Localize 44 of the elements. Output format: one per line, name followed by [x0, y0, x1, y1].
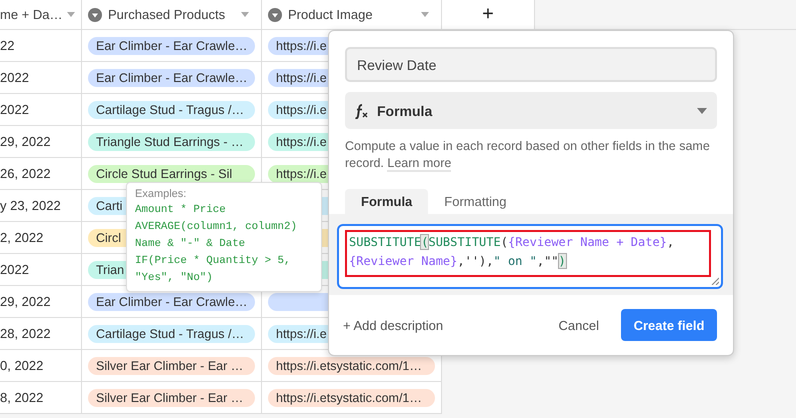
table-cell: 29, 2022	[0, 286, 82, 318]
cancel-button[interactable]: Cancel	[544, 310, 613, 340]
caret-icon[interactable]	[241, 12, 249, 17]
create-field-button[interactable]: Create field	[621, 309, 717, 341]
formula-editor[interactable]: SUBSTITUTE(SUBSTITUTE({Reviewer Name + Date}, {Reviewer Name},'')," on ","")	[337, 224, 723, 289]
table-cell: 0, 2022	[0, 350, 82, 382]
formula-icon	[353, 102, 369, 118]
table-cell: y 23, 2022	[0, 190, 82, 222]
column-header[interactable]: me + Da…	[0, 0, 82, 29]
table-cell: 22	[0, 30, 82, 62]
column-title: Purchased Products	[108, 7, 226, 22]
resize-handle-icon[interactable]	[711, 277, 719, 285]
caret-icon[interactable]	[66, 12, 74, 17]
product-tag: Silver Ear Climber - Ear …	[88, 356, 255, 374]
product-tag: Cartilage Stud - Tragus /…	[88, 324, 255, 342]
url-tag: https://i.etsystatic.com/1…	[268, 388, 435, 406]
table-cell: 28, 2022	[0, 318, 82, 350]
product-tag: Ear Climber - Ear Crawle…	[88, 68, 255, 86]
column-header[interactable]: Purchased Products	[82, 0, 262, 29]
product-tag: Circle Stud Earrings - Sil	[88, 164, 255, 182]
field-type-dropdown[interactable]: Formula	[345, 92, 717, 129]
table-cell: 2022	[0, 94, 82, 126]
table-cell: 26, 2022	[0, 158, 82, 190]
table-cell: 2, 2022	[0, 222, 82, 254]
caret-icon	[697, 108, 707, 114]
table-cell: 2022	[0, 254, 82, 286]
table-cell: 29, 2022	[0, 126, 82, 158]
field-name-input[interactable]: Review Date	[345, 47, 717, 82]
column-title: me + Da…	[0, 7, 62, 22]
product-tag: Triangle Stud Earrings - …	[88, 132, 255, 150]
add-column-button[interactable]: +	[442, 0, 535, 29]
editor-tab[interactable]: Formula	[345, 189, 428, 214]
table-cell: 8, 2022	[0, 382, 82, 414]
table-cell: 2022	[0, 62, 82, 94]
formula-code: SUBSTITUTE(SUBSTITUTE({Reviewer Name + Date}, {Reviewer Name},'')," on ","")	[349, 234, 676, 270]
product-tag: Ear Climber - Ear Crawle…	[88, 292, 255, 310]
column-title: Product Image	[288, 7, 374, 22]
product-tag: Ear Climber - Ear Crawle…	[88, 36, 255, 54]
url-tag: https://i.etsystatic.com/1…	[268, 356, 435, 374]
caret-icon[interactable]	[421, 12, 429, 17]
column-header[interactable]: Product Image	[262, 0, 442, 29]
learn-more-link[interactable]: Learn more	[387, 156, 452, 172]
product-tag: Cartilage Stud - Tragus /…	[88, 100, 255, 118]
product-tag: Silver Ear Climber - Ear …	[88, 388, 255, 406]
